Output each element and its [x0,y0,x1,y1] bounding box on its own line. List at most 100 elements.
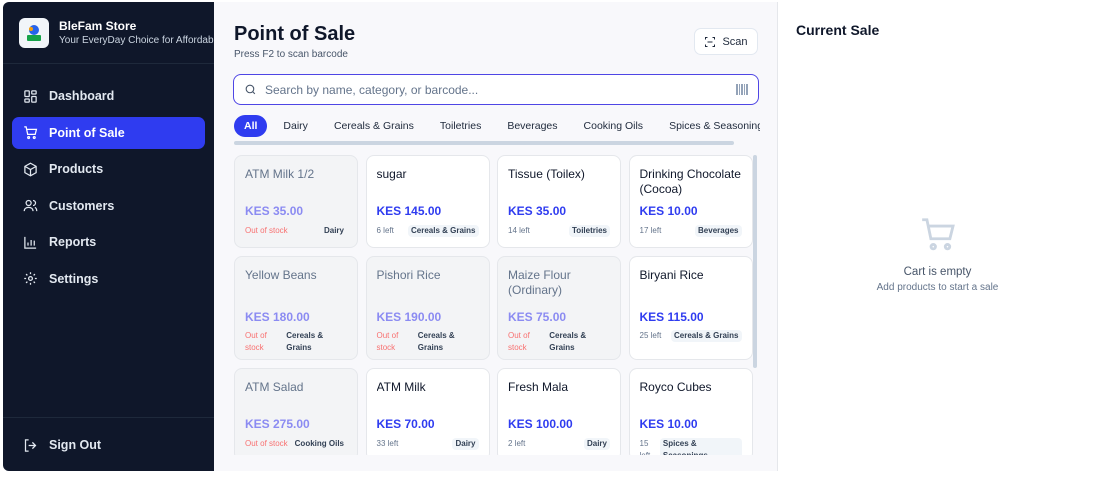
product-name: Maize Flour (Ordinary) [508,268,571,297]
sign-out-button[interactable]: Sign Out [12,429,205,461]
scan-button-label: Scan [722,35,748,48]
search-input[interactable] [265,82,736,97]
brand-tagline: Your EveryDay Choice for Affordable [59,35,214,46]
product-price: KES 35.00 [245,204,304,218]
sidebar-item-reports[interactable]: Reports [12,226,205,258]
stock-status: 25 left [639,331,662,340]
product-card[interactable]: Maize Flour (Ordinary) KES 75.00 Out of … [497,256,621,360]
sidebar-item-label: Settings [49,271,99,286]
category-chip-beverages[interactable]: Beverages [497,115,567,137]
product-card[interactable]: Tissue (Toilex) KES 35.00 14 left Toiletr… [497,155,621,248]
category-chip-all[interactable]: All [234,115,268,137]
product-price: KES 145.00 [376,204,442,218]
store-logo-icon [19,17,49,48]
category-filter-bar: All Dairy Cereals & Grains Toiletries Be… [234,115,760,137]
product-name: ATM Salad [245,380,304,394]
product-price: KES 100.00 [508,417,573,431]
stock-status: 2 left [508,439,526,448]
category-badge: Cereals & Grains [408,225,479,237]
category-badge: Cereals & Grains [417,331,455,352]
product-name: Biryani Rice [639,268,704,282]
sign-out-label: Sign Out [49,438,102,452]
users-icon [23,199,38,212]
product-price: KES 275.00 [245,417,310,431]
product-price: KES 75.00 [508,310,567,324]
pos-main-panel: Point of Sale Press F2 to scan barcode S… [214,2,778,471]
app-window: BleFam Store Your EveryDay Choice for Af… [3,2,1097,471]
product-name: ATM Milk 1/2 [245,167,315,181]
product-price: KES 10.00 [639,417,698,431]
category-chip-dairy[interactable]: Dairy [273,115,318,137]
sidebar-item-label: Dashboard [49,89,115,103]
category-chip-spices-seasonings[interactable]: Spices & Seasonings [659,115,760,137]
category-chip-cereals-grains[interactable]: Cereals & Grains [324,115,424,137]
stock-status: Out of stock [376,331,399,352]
cart-empty-state: Cart is empty Add products to start a sa… [778,215,1097,293]
brand: BleFam Store Your EveryDay Choice for Af… [3,2,214,64]
product-price: KES 190.00 [376,310,442,324]
product-name: Fresh Mala [508,380,569,394]
category-badge: Cooking Oils [294,439,344,448]
product-card[interactable]: ATM Milk KES 70.00 33 left Dairy [365,368,490,455]
stock-status: Out of stock [245,226,288,235]
product-card[interactable]: Royco Cubes KES 10.00 15 left Spices & Se… [628,368,753,455]
category-badge: Dairy [323,226,344,235]
sidebar-item-label: Products [49,162,104,176]
sidebar-item-products[interactable]: Products [12,153,205,185]
product-card[interactable]: Fresh Mala KES 100.00 2 left Dairy [497,368,621,455]
brand-name: BleFam Store [59,19,137,33]
product-card[interactable]: Yellow Beans KES 180.00 Out of stock Cere… [234,256,358,360]
category-badge: Cereals & Grains [549,331,587,352]
stock-status: Out of stock [245,331,267,352]
stock-status: 14 left [508,226,530,235]
gear-icon [24,272,37,285]
cart-empty-title: Cart is empty [903,266,972,278]
cart-empty-subtitle: Add products to start a sale [876,282,999,293]
category-chip-toiletries[interactable]: Toiletries [430,115,491,137]
product-name: Royco Cubes [639,380,712,394]
category-badge: Cereals & Grains [671,330,742,342]
search-bar [233,74,759,105]
category-badge: Beverages [695,225,742,237]
shopping-cart-icon [24,126,38,140]
sidebar-item-label: Point of Sale [49,125,125,140]
product-price: KES 10.00 [639,204,698,218]
product-name: Pishori Rice [376,268,441,282]
category-badge: Spices & Seasonings [659,438,742,455]
sidebar-nav: Dashboard Point of Sale Products Custome… [3,64,214,295]
sidebar-item-settings[interactable]: Settings [12,263,205,295]
category-badge: Toiletries [569,225,610,237]
sidebar-item-customers[interactable]: Customers [12,190,205,222]
product-card[interactable]: ATM Salad KES 275.00 Out of stock Cooking… [234,368,358,455]
stock-status: 15 left [639,439,651,455]
category-chip-cooking-oils[interactable]: Cooking Oils [574,115,654,137]
sidebar-item-dashboard[interactable]: Dashboard [12,80,205,112]
product-price: KES 70.00 [376,417,435,431]
product-grid-scrollbar[interactable] [753,155,757,368]
scan-button[interactable]: Scan [694,28,758,55]
stock-status: Out of stock [508,331,530,352]
page-subtitle: Press F2 to scan barcode [234,49,348,60]
category-badge: Dairy [583,438,610,450]
dashboard-grid-icon [24,89,37,103]
product-card[interactable]: Pishori Rice KES 190.00 Out of stock Cere… [365,256,490,360]
product-name: Drinking Chocolate (Cocoa) [639,167,741,196]
cart-title: Current Sale [796,22,880,38]
category-scrollbar[interactable] [234,141,734,145]
bar-chart-icon [24,236,37,249]
product-card[interactable]: Biryani Rice KES 115.00 25 left Cereals &… [628,256,753,360]
stock-status: 33 left [376,439,399,448]
product-price: KES 180.00 [245,310,310,324]
product-grid: ATM Milk 1/2 KES 35.00 Out of stock Dairy… [234,155,754,455]
sidebar-item-point-of-sale[interactable]: Point of Sale [12,116,205,149]
product-card[interactable]: Drinking Chocolate (Cocoa) KES 10.00 17 … [628,155,753,248]
log-out-icon [24,438,37,452]
package-box-icon [24,162,37,176]
search-icon [245,84,256,95]
page-title: Point of Sale [234,23,356,45]
sidebar-item-label: Customers [49,198,115,213]
product-card[interactable]: ATM Milk 1/2 KES 35.00 Out of stock Dairy [234,155,358,248]
stock-status: Out of stock [245,439,288,448]
product-card[interactable]: sugar KES 145.00 6 left Cereals & Grains [365,155,490,248]
sidebar: BleFam Store Your EveryDay Choice for Af… [3,2,214,471]
